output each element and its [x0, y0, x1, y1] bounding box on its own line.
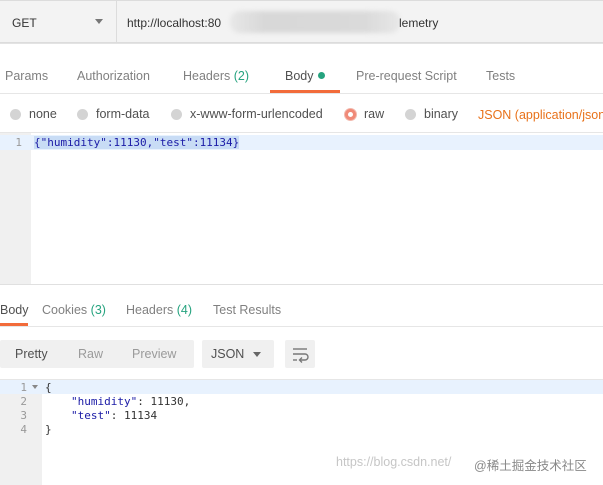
resp-tab-cookies-count: (3)	[90, 303, 106, 317]
line-number: 4	[20, 423, 27, 436]
line-number: 2	[20, 395, 27, 408]
raw-button[interactable]: Raw	[78, 347, 103, 361]
radio-none-label: none	[29, 107, 57, 121]
wrap-lines-button[interactable]	[285, 340, 315, 368]
url-input[interactable]: http://localhost:80 lemetry	[117, 0, 603, 43]
request-bar: GET http://localhost:80 lemetry	[0, 0, 603, 44]
chevron-down-icon	[95, 19, 103, 24]
method-select[interactable]: GET	[0, 0, 117, 43]
radio-none[interactable]: none	[10, 106, 57, 122]
tab-pre-request-script[interactable]: Pre-request Script	[356, 69, 457, 83]
json-value: : 11130,	[137, 395, 191, 408]
watermark-site: @稀土掘金技术社区	[474, 459, 587, 473]
line-number: 1	[20, 381, 27, 394]
radio-circle-icon	[10, 108, 21, 120]
radio-urlencoded-label: x-www-form-urlencoded	[190, 107, 323, 121]
response-tabs: Body Cookies (3) Headers (4) Test Result…	[0, 285, 603, 327]
pretty-button[interactable]: Pretty	[15, 347, 48, 361]
resp-tab-headers-count: (4)	[176, 303, 193, 317]
radio-raw[interactable]: raw	[345, 106, 384, 122]
tab-authorization[interactable]: Authorization	[77, 69, 150, 83]
active-tab-underline	[0, 323, 28, 326]
resp-tab-headers[interactable]: Headers (4)	[126, 303, 192, 317]
resp-tab-body[interactable]: Body	[0, 303, 29, 317]
tab-headers[interactable]: Headers (2)	[183, 69, 249, 83]
request-body-editor[interactable]: 1 {"humidity":11130,"test":11134}	[0, 132, 603, 285]
radio-binary[interactable]: binary	[405, 106, 458, 122]
response-toolbar: Pretty Raw Preview JSON	[0, 327, 603, 379]
radio-raw-label: raw	[364, 107, 385, 121]
resp-tab-headers-label: Headers	[126, 303, 174, 317]
resp-tab-cookies-label: Cookies	[42, 303, 88, 317]
fold-caret-icon[interactable]	[32, 385, 38, 389]
view-mode-group: Pretty Raw Preview	[0, 340, 194, 368]
json-key: "test"	[71, 409, 111, 422]
method-label: GET	[12, 16, 37, 30]
json-value: : 11134	[110, 409, 158, 422]
wrap-lines-icon	[293, 348, 309, 363]
url-redaction-blur	[230, 11, 400, 33]
body-indicator-dot-icon	[317, 72, 325, 79]
tab-body-label: Body	[285, 69, 314, 83]
editor-code-line: {"humidity":11130,"test":11134}	[34, 136, 240, 149]
radio-form-data-label: form-data	[96, 107, 150, 121]
radio-circle-icon	[171, 108, 182, 120]
line-number: 3	[20, 409, 27, 422]
response-code-line: }	[45, 423, 52, 436]
chevron-down-icon	[253, 352, 261, 357]
response-code-line: "humidity": 11130,	[71, 395, 190, 408]
watermark-url: https://blog.csdn.net/	[336, 455, 452, 469]
radio-binary-label: binary	[424, 107, 459, 121]
tab-headers-count: (2)	[233, 69, 250, 83]
active-tab-underline	[270, 90, 340, 93]
radio-checked-icon	[345, 108, 356, 120]
content-type-select[interactable]: JSON (application/json	[478, 108, 603, 122]
request-tabs: Params Authorization Headers (2) Body Pr…	[0, 58, 603, 94]
tab-headers-label: Headers	[183, 69, 231, 83]
url-text-start: http://localhost:80	[127, 16, 222, 30]
json-key: "humidity"	[71, 395, 138, 408]
resp-tab-cookies[interactable]: Cookies (3)	[42, 303, 106, 317]
url-text-end: lemetry	[399, 16, 439, 30]
preview-button[interactable]: Preview	[132, 347, 176, 361]
radio-form-data[interactable]: form-data	[77, 106, 150, 122]
resp-tab-test-results[interactable]: Test Results	[213, 303, 281, 317]
response-code-line: "test": 11134	[71, 409, 157, 422]
radio-circle-icon	[405, 108, 416, 120]
response-code-line: {	[45, 381, 52, 394]
radio-circle-icon	[77, 108, 88, 120]
tab-body[interactable]: Body	[285, 69, 325, 83]
format-label: JSON	[211, 347, 245, 361]
response-active-line	[0, 380, 603, 394]
editor-gutter	[0, 133, 31, 285]
format-select[interactable]: JSON	[202, 340, 274, 368]
tab-tests[interactable]: Tests	[486, 69, 515, 83]
line-number: 1	[15, 136, 22, 149]
tab-params[interactable]: Params	[5, 69, 48, 83]
radio-urlencoded[interactable]: x-www-form-urlencoded	[171, 106, 323, 122]
